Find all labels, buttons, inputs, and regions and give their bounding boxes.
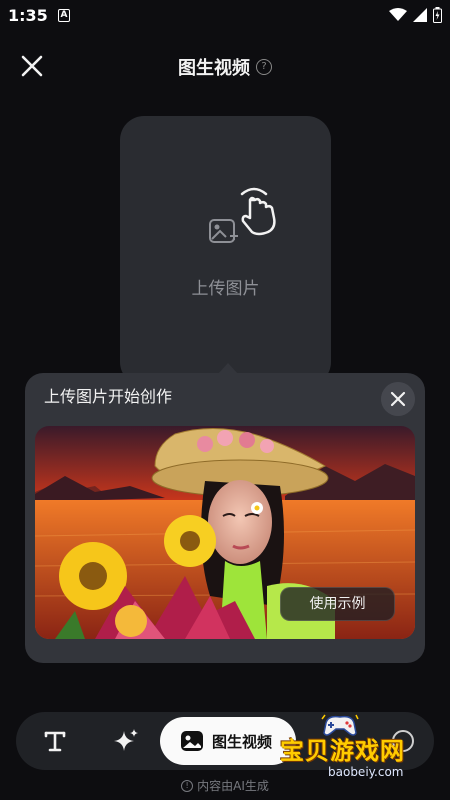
ai-disclaimer-text: 内容由AI生成 — [197, 779, 269, 793]
tip-title: 上传图片开始创作 — [44, 387, 173, 406]
ai-disclaimer: ! 内容由AI生成 — [0, 777, 450, 794]
info-icon: ! — [181, 779, 194, 792]
status-bar: 1:35 A — [0, 0, 450, 34]
status-time: 1:35 — [8, 6, 48, 25]
text-icon[interactable] — [42, 728, 68, 754]
sparkle-icon[interactable] — [112, 727, 140, 755]
watermark-text: 宝贝游戏网 — [280, 737, 405, 765]
image-icon — [181, 731, 203, 751]
example-image: 使用示例 — [35, 426, 415, 639]
use-example-button[interactable]: 使用示例 — [280, 587, 395, 621]
header: 图生视频 ? — [0, 44, 450, 88]
wifi-icon — [389, 8, 407, 21]
question-icon[interactable]: ? — [256, 59, 272, 75]
page-title: 图生视频 — [178, 58, 250, 79]
upload-card[interactable]: 上传图片 — [120, 116, 331, 386]
image-add-tap-icon — [209, 187, 276, 243]
signal-icon — [413, 8, 427, 22]
upload-label: 上传图片 — [191, 279, 260, 299]
tip-panel: 上传图片开始创作 使用示例 — [25, 373, 425, 663]
image-to-video-label: 图生视频 — [212, 732, 273, 751]
sunflower-1 — [59, 542, 127, 610]
sunflower-2 — [164, 515, 216, 567]
watermark: 宝贝游戏网 baobeiy.com — [272, 713, 422, 783]
status-indicators — [389, 7, 442, 23]
notification-a-icon: A — [58, 9, 70, 22]
battery-icon — [433, 7, 442, 23]
close-tip-icon[interactable] — [381, 382, 415, 416]
title-group: 图生视频 ? — [0, 54, 450, 80]
